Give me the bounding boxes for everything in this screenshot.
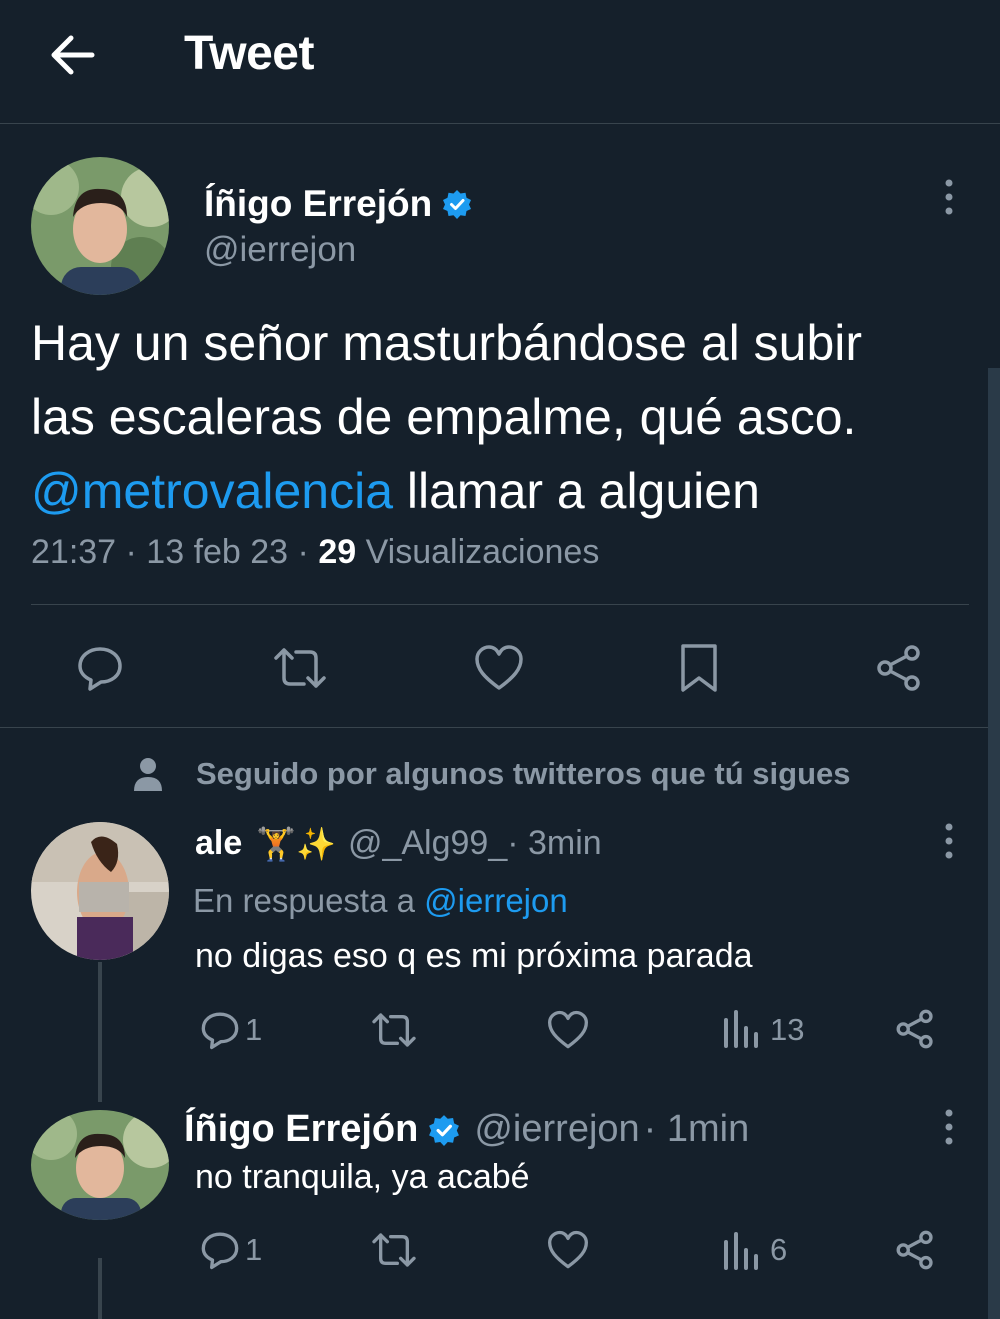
reply-author-name[interactable]: Íñigo Errejón	[184, 1108, 418, 1151]
avatar[interactable]	[31, 157, 169, 295]
page-title: Tweet	[184, 27, 314, 80]
retweet-icon[interactable]	[272, 644, 328, 692]
followed-notice: Seguido por algunos twitteros que tú sig…	[196, 756, 851, 791]
reply-to-link[interactable]: @ierrejon	[424, 882, 568, 919]
reply-text: no tranquila, ya acabé	[195, 1158, 530, 1196]
reply-header: ale 🏋️✨ @_Alg99_ · 3min	[195, 824, 602, 863]
bookmark-icon[interactable]	[679, 642, 719, 694]
avatar[interactable]	[31, 822, 169, 960]
reply-author-name[interactable]: ale	[195, 824, 242, 863]
divider	[0, 727, 1000, 728]
verified-badge-icon	[428, 1114, 460, 1146]
like-icon[interactable]	[547, 1230, 589, 1270]
view-count: 6	[770, 1232, 788, 1267]
share-icon[interactable]	[894, 1229, 936, 1271]
tweet-text-line: las escaleras de empalme, qué asco.	[31, 389, 857, 445]
tweet-text-line: Hay un señor masturbándose al subir	[31, 315, 863, 371]
reply-text: no digas eso q es mi próxima parada	[195, 937, 753, 975]
person-icon	[132, 756, 164, 792]
author-handle[interactable]: @ierrejon	[204, 230, 356, 270]
reply-context: En respuesta a @ierrejon	[193, 882, 568, 920]
tweet-text-fragment: llamar a alguien	[393, 463, 760, 519]
more-options-icon[interactable]	[938, 822, 960, 860]
reply-header: Íñigo Errejón @ierrejon · 1min	[184, 1108, 749, 1151]
tweet-text-line: @metrovalencia llamar a alguien	[31, 454, 981, 528]
reply-icon[interactable]	[200, 1010, 240, 1050]
retweet-icon[interactable]	[370, 1230, 418, 1270]
reply-context-prefix: En respuesta a	[193, 882, 425, 919]
reply-handle[interactable]: @_Alg99_	[348, 824, 507, 863]
back-arrow-icon[interactable]	[46, 28, 100, 82]
views-label[interactable]: Visualizaciones	[356, 533, 600, 571]
thread-line	[98, 1258, 102, 1319]
like-icon[interactable]	[474, 644, 524, 692]
reply-icon[interactable]	[76, 644, 124, 692]
view-count: 13	[770, 1012, 805, 1047]
like-icon[interactable]	[547, 1010, 589, 1050]
more-options-icon[interactable]	[938, 1108, 960, 1146]
share-icon[interactable]	[874, 644, 924, 692]
reply-count: 1	[245, 1012, 263, 1047]
share-icon[interactable]	[894, 1008, 936, 1050]
tweet-text: Hay un señor masturbándose al subir las …	[31, 306, 981, 528]
top-bar: Tweet	[0, 0, 1000, 124]
avatar[interactable]	[31, 1110, 169, 1220]
more-options-icon[interactable]	[938, 178, 960, 216]
analytics-icon[interactable]	[722, 1010, 760, 1048]
author-name-row[interactable]: Íñigo Errejón	[204, 183, 472, 225]
tweet-timestamp[interactable]: 21:37 · 13 feb 23 ·	[31, 533, 318, 571]
views-count[interactable]: 29	[318, 533, 356, 571]
thread-line	[98, 962, 102, 1102]
emoji-text: 🏋️✨	[256, 825, 336, 862]
author-name[interactable]: Íñigo Errejón	[204, 183, 432, 225]
reply-handle[interactable]: @ierrejon	[474, 1108, 639, 1151]
scrollbar[interactable]	[988, 368, 1000, 1319]
reply-time[interactable]: · 3min	[507, 824, 601, 863]
analytics-icon[interactable]	[722, 1232, 760, 1270]
reply-icon[interactable]	[200, 1230, 240, 1270]
divider	[31, 604, 969, 605]
retweet-icon[interactable]	[370, 1010, 418, 1050]
verified-badge-icon	[442, 189, 472, 219]
tweet-meta: 21:37 · 13 feb 23 · 29 Visualizaciones	[31, 533, 599, 572]
mention-link[interactable]: @metrovalencia	[31, 463, 393, 519]
reply-count: 1	[245, 1232, 263, 1267]
reply-time[interactable]: · 1min	[644, 1108, 750, 1151]
